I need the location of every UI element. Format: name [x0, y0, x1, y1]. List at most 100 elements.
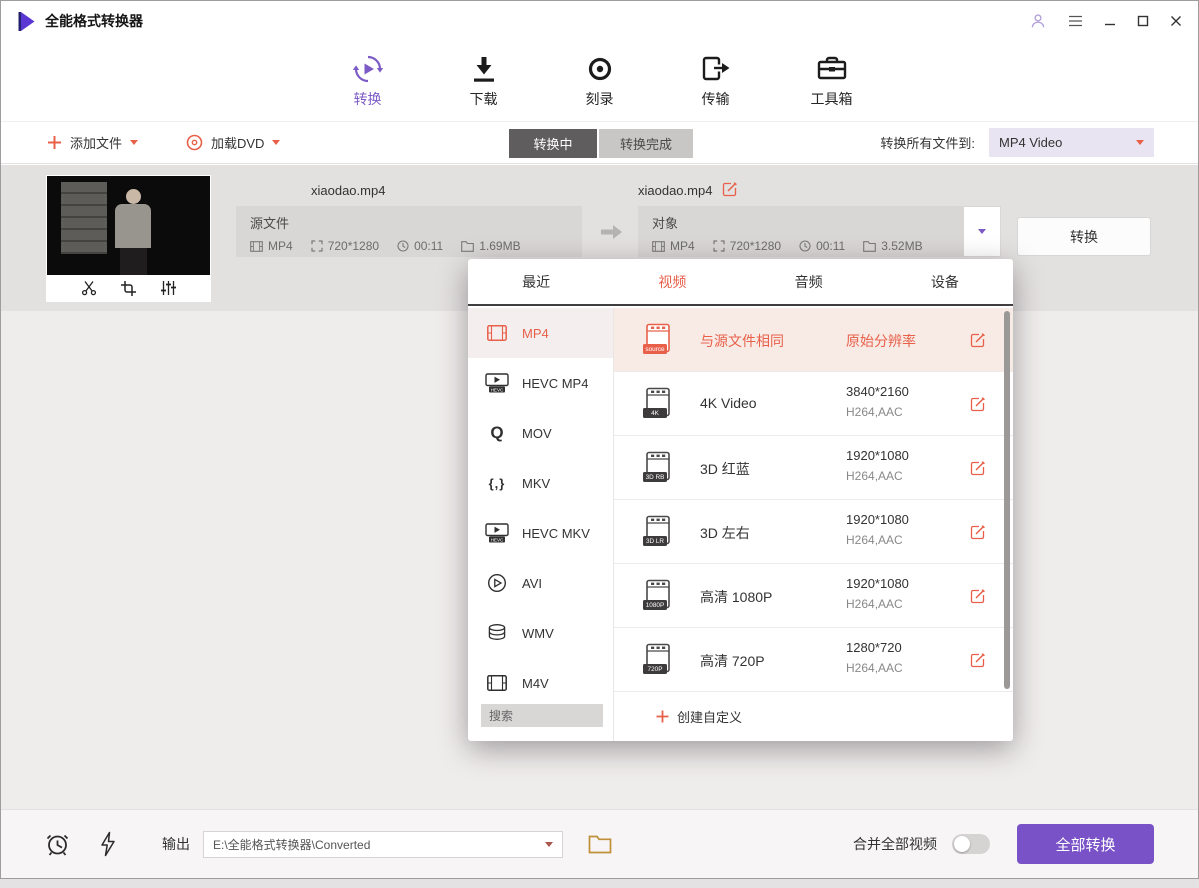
nav-tab-transfer[interactable]: 传输	[683, 53, 749, 121]
preset-row-3d-leftright[interactable]: 3D LR 3D 左右 1920*1080 H264,AAC	[614, 500, 1013, 564]
wmv-icon	[485, 623, 509, 643]
output-format-dropdown[interactable]: MP4 Video	[989, 128, 1154, 157]
menu-icon[interactable]	[1068, 15, 1083, 27]
preset-name: 3D 红蓝	[700, 459, 750, 479]
preset-row-720p[interactable]: 720P 高清 720P 1280*720 H264,AAC	[614, 628, 1013, 692]
user-icon[interactable]	[1029, 12, 1047, 30]
performance-icon[interactable]	[100, 831, 116, 857]
target-duration: 00:11	[799, 239, 845, 253]
format-item-mp4[interactable]: MP4	[468, 308, 613, 358]
format-item-avi[interactable]: AVI	[468, 558, 613, 608]
target-format: MP4	[652, 239, 695, 253]
convert-button[interactable]: 转换	[1017, 217, 1151, 256]
convert-icon	[335, 53, 401, 85]
format-item-mkv[interactable]: {,}MKV	[468, 458, 613, 508]
preset-source-icon: source	[642, 323, 674, 361]
popup-tab-device[interactable]: 设备	[877, 259, 1013, 304]
maximize-button[interactable]	[1137, 15, 1149, 27]
svg-text:HEVC: HEVC	[491, 387, 504, 392]
edit-preset-icon[interactable]	[970, 332, 986, 348]
load-dvd-caret-icon	[272, 140, 280, 145]
format-list: MP4 HEVCHEVC MP4 QMOV {,}MKV HEVCHEVC MK…	[468, 308, 613, 693]
edit-preset-icon[interactable]	[970, 460, 986, 476]
rename-icon[interactable]	[722, 181, 738, 200]
format-item-m4v[interactable]: M4V	[468, 658, 613, 693]
target-resolution: 720*1280	[713, 239, 781, 253]
edit-preset-icon[interactable]	[970, 396, 986, 412]
source-duration: 00:11	[397, 239, 443, 253]
format-item-hevc-mp4[interactable]: HEVCHEVC MP4	[468, 358, 613, 408]
popup-tab-recent[interactable]: 最近	[468, 259, 604, 304]
toggle-knob	[954, 836, 970, 852]
minimize-button[interactable]	[1104, 15, 1116, 27]
output-path-input[interactable]	[213, 837, 545, 851]
effects-icon[interactable]	[160, 280, 177, 296]
nav-tab-toolbox[interactable]: 工具箱	[799, 53, 865, 121]
merge-toggle[interactable]	[952, 834, 990, 854]
output-path-caret-icon[interactable]	[545, 842, 553, 847]
popup-tab-audio[interactable]: 音频	[741, 259, 877, 304]
format-item-mov[interactable]: QMOV	[468, 408, 613, 458]
schedule-icon[interactable]	[45, 831, 70, 857]
trim-icon[interactable]	[81, 280, 97, 296]
nav-tab-download[interactable]: 下载	[451, 53, 517, 121]
preset-codec: H264,AAC	[846, 533, 903, 547]
preset-detail: 原始分辨率	[846, 331, 916, 351]
preset-name: 与源文件相同	[700, 331, 784, 351]
m4v-icon	[485, 675, 509, 691]
target-info-box: 对象 MP4 720*1280 00:11 3.52MB	[638, 206, 963, 257]
create-custom-button[interactable]: 创建自定义	[656, 707, 742, 726]
nav-tab-burn[interactable]: 刻录	[567, 53, 633, 121]
nav-tab-convert[interactable]: 转换	[335, 53, 401, 121]
plus-icon	[47, 135, 62, 150]
open-folder-icon[interactable]	[588, 835, 612, 854]
load-dvd-label: 加载DVD	[211, 133, 264, 152]
format-popup-tabs: 最近 视频 音频 设备	[468, 259, 1013, 306]
edit-preset-icon[interactable]	[970, 524, 986, 540]
preset-resolution: 1920*1080	[846, 448, 909, 463]
mp4-icon	[485, 325, 509, 341]
preset-row-3d-redblue[interactable]: 3D RB 3D 红蓝 1920*1080 H264,AAC	[614, 436, 1013, 500]
preset-codec: H264,AAC	[846, 469, 903, 483]
search-input[interactable]	[481, 704, 603, 727]
preset-codec: H264,AAC	[846, 405, 903, 419]
film-icon	[250, 241, 263, 252]
preset-row-1080p[interactable]: 1080P 高清 1080P 1920*1080 H264,AAC	[614, 564, 1013, 628]
target-format-dropdown[interactable]	[963, 206, 1001, 257]
transfer-icon	[683, 53, 749, 85]
edit-preset-icon[interactable]	[970, 652, 986, 668]
svg-text:720P: 720P	[648, 666, 663, 673]
output-format-caret-icon	[1136, 140, 1144, 145]
preset-1080p-icon: 1080P	[642, 579, 674, 617]
folder-icon	[863, 241, 876, 252]
edit-preset-icon[interactable]	[970, 588, 986, 604]
convert-all-button[interactable]: 全部转换	[1017, 824, 1154, 864]
crop-icon[interactable]	[121, 281, 136, 296]
preset-name: 4K Video	[700, 395, 757, 411]
source-file-name: xiaodao.mp4	[311, 183, 385, 198]
nav-label-toolbox: 工具箱	[799, 89, 865, 109]
main-nav: 转换 下载 刻录 传输 工具箱	[1, 41, 1198, 121]
popup-scrollbar[interactable]	[1004, 311, 1010, 689]
format-column: MP4 HEVCHEVC MP4 QMOV {,}MKV HEVCHEVC MK…	[468, 308, 614, 741]
popup-tab-video[interactable]: 视频	[604, 259, 740, 304]
svg-text:3D RB: 3D RB	[646, 474, 665, 481]
close-button[interactable]	[1170, 15, 1182, 27]
tab-converting[interactable]: 转换中	[509, 129, 597, 158]
transfer-arrow-icon	[599, 223, 623, 246]
preset-row-4k[interactable]: 4K 4K Video 3840*2160 H264,AAC	[614, 372, 1013, 436]
tab-finished[interactable]: 转换完成	[599, 129, 693, 158]
format-item-hevc-mkv[interactable]: HEVCHEVC MKV	[468, 508, 613, 558]
format-item-wmv[interactable]: WMV	[468, 608, 613, 658]
target-file-name: xiaodao.mp4	[638, 183, 712, 198]
hevc-mkv-icon: HEVC	[485, 523, 509, 543]
preset-resolution: 3840*2160	[846, 384, 909, 399]
load-dvd-button[interactable]: 加载DVD	[186, 122, 280, 163]
output-label: 输出	[162, 834, 190, 854]
add-file-button[interactable]: 添加文件	[47, 122, 138, 163]
app-window: 全能格式转换器 转换 下载 刻录 传输 工具箱	[0, 0, 1199, 879]
preset-name: 高清 720P	[700, 651, 765, 671]
preset-4k-icon: 4K	[642, 387, 674, 425]
preset-row-same-as-source[interactable]: source 与源文件相同 原始分辨率	[614, 308, 1013, 372]
create-custom-label: 创建自定义	[677, 707, 742, 726]
